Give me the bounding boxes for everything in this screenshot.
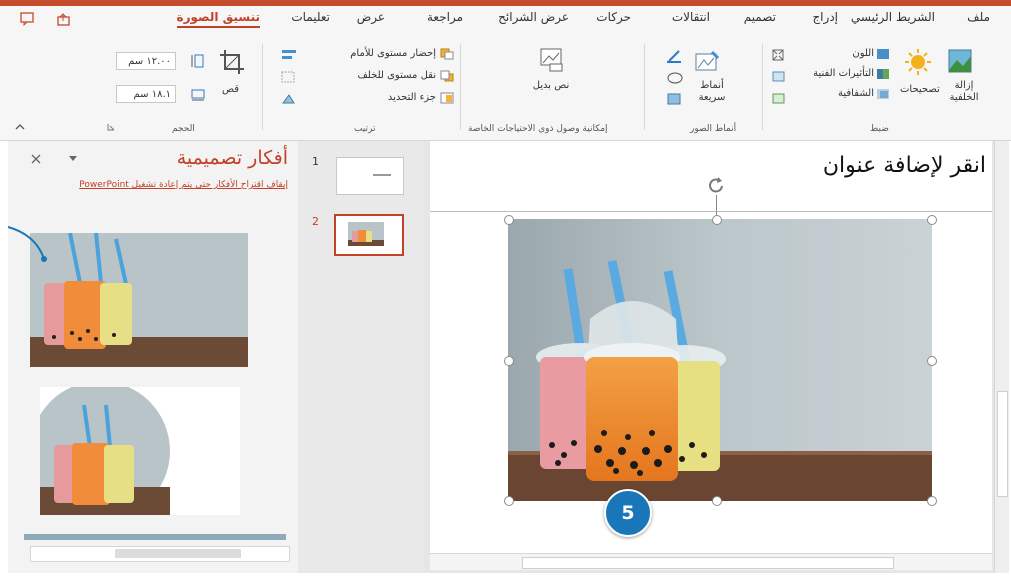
rotate-icon[interactable]	[280, 92, 298, 106]
resize-handle[interactable]	[504, 356, 514, 366]
design-pane-horizontal-scrollbar[interactable]	[30, 546, 290, 562]
slide-thumbnail-2[interactable]	[334, 214, 404, 256]
selection-pane-icon[interactable]	[440, 92, 454, 104]
selection-pane-label[interactable]: جزء التحديد	[360, 92, 436, 103]
resize-handle[interactable]	[927, 356, 937, 366]
picture-effects-icon[interactable]	[666, 70, 684, 86]
quick-styles-icon[interactable]	[694, 50, 720, 74]
resize-handle[interactable]	[504, 496, 514, 506]
remove-background-label: إزالة الخلفية	[949, 80, 979, 103]
collapse-ribbon-icon[interactable]	[14, 122, 26, 132]
picture-styles-group-label: أنماط الصور	[690, 124, 737, 134]
tab-help[interactable]: تعليمات	[291, 10, 330, 24]
crop-icon[interactable]	[218, 48, 246, 76]
title-placeholder-border	[430, 211, 992, 212]
pane-options-chevron-icon[interactable]	[68, 155, 78, 163]
corrections-label: تصحيحات	[900, 84, 940, 95]
corrections-icon[interactable]	[904, 48, 932, 76]
align-icon[interactable]	[280, 48, 298, 62]
bubble-tea-photo	[508, 219, 932, 501]
adjust-group-label: ضبط	[870, 124, 889, 134]
picture-layout-icon[interactable]	[666, 92, 684, 108]
bring-forward-icon[interactable]	[440, 48, 454, 60]
artistic-effects-icon[interactable]	[876, 68, 890, 80]
design-ideas-pane: أفكار تصميمية إيقاف اقتراح الأفكار حتى ي…	[8, 141, 299, 573]
color-icon[interactable]	[876, 48, 890, 60]
design-idea-photo	[40, 387, 170, 515]
group-icon[interactable]	[280, 70, 298, 84]
slide-number: 1	[312, 155, 319, 168]
slide-editing-area: انقر لإضافة عنوان	[424, 141, 994, 573]
tab-animations[interactable]: حركات	[596, 10, 631, 24]
resize-handle[interactable]	[927, 215, 937, 225]
transparency-label[interactable]: الشفافية	[810, 88, 874, 99]
title-placeholder[interactable]: انقر لإضافة عنوان	[606, 153, 986, 178]
tab-slideshow[interactable]: عرض الشرائح	[498, 10, 569, 24]
rotate-handle-icon[interactable]	[706, 175, 726, 195]
alt-text-icon[interactable]	[538, 46, 564, 72]
slide-thumbnail-title-line	[373, 174, 391, 176]
reset-picture-icon[interactable]	[771, 92, 787, 106]
tab-insert[interactable]: إدراج	[812, 10, 838, 24]
tab-picture-format[interactable]: تنسيق الصورة	[176, 10, 260, 28]
resize-handle[interactable]	[712, 496, 722, 506]
vertical-scrollbar[interactable]	[994, 141, 1009, 573]
design-idea-thumbnail[interactable]	[30, 233, 248, 367]
artistic-effects-label[interactable]: التأثيرات الفنية	[790, 68, 874, 79]
arrange-group-label: ترتيب	[354, 124, 376, 134]
scrollbar-thumb[interactable]	[997, 391, 1008, 497]
title-bar-strip	[0, 0, 1011, 6]
step-number-badge: 5	[604, 489, 652, 537]
width-icon	[191, 89, 205, 101]
tab-file[interactable]: ملف	[967, 10, 990, 24]
scrollbar-thumb[interactable]	[115, 549, 241, 558]
share-icon[interactable]	[56, 12, 72, 26]
slide-thumbnails-pane: 1 2	[298, 141, 425, 573]
comments-icon[interactable]	[20, 12, 36, 26]
color-label[interactable]: اللون	[820, 48, 874, 59]
close-icon[interactable]	[30, 153, 42, 165]
design-idea-thumbnail[interactable]	[40, 387, 240, 515]
accessibility-group-label: إمكانية وصول ذوي الاحتياجات الخاصة	[468, 124, 608, 134]
ribbon: ملف الشريط الرئيسي إدراج تصميم انتقالات …	[0, 0, 1011, 141]
next-idea-strip	[24, 534, 286, 540]
slide-thumbnail-photo	[348, 222, 384, 246]
send-backward-label[interactable]: نقل مستوى للخلف	[322, 70, 436, 81]
height-icon	[191, 54, 204, 68]
size-dialog-launcher-icon[interactable]	[106, 122, 116, 132]
selected-picture[interactable]	[508, 219, 932, 501]
design-idea-photo	[30, 233, 248, 367]
picture-border-icon[interactable]	[666, 48, 684, 64]
alt-text-label[interactable]: نص بديل	[528, 80, 574, 92]
tab-transitions[interactable]: انتقالات	[672, 10, 710, 24]
compress-pictures-icon[interactable]	[771, 48, 785, 62]
tab-view[interactable]: عرض	[357, 10, 385, 24]
send-backward-icon[interactable]	[440, 70, 454, 82]
resize-handle[interactable]	[927, 496, 937, 506]
scrollbar-thumb[interactable]	[522, 557, 894, 569]
crop-label[interactable]: قص	[222, 84, 239, 95]
resize-handle[interactable]	[712, 215, 722, 225]
canvas-horizontal-scrollbar[interactable]	[430, 553, 992, 570]
tab-review[interactable]: مراجعة	[427, 10, 463, 24]
remove-background-icon[interactable]	[947, 48, 973, 74]
quick-styles-label[interactable]: أنماط سريعة	[690, 80, 734, 104]
bring-forward-label[interactable]: إحضار مستوى للأمام	[318, 48, 436, 59]
callout-pointer-line	[8, 226, 47, 262]
tab-design[interactable]: تصميم	[744, 10, 776, 24]
size-group-label: الحجم	[172, 124, 195, 134]
height-input[interactable]: ١٢.٠٠ سم	[116, 52, 176, 70]
stop-suggestions-link[interactable]: إيقاف اقتراح الأفكار حتى يتم إعادة تشغيل…	[58, 179, 288, 191]
tab-home[interactable]: الشريط الرئيسي	[851, 10, 935, 24]
design-pane-title: أفكار تصميمية	[176, 147, 288, 169]
slide-thumbnail-1[interactable]	[336, 157, 404, 195]
width-input[interactable]: ١٨.١ سم	[116, 85, 176, 103]
change-picture-icon[interactable]	[771, 70, 787, 84]
transparency-icon[interactable]	[876, 88, 890, 100]
resize-handle[interactable]	[504, 215, 514, 225]
slide-number: 2	[312, 215, 319, 228]
